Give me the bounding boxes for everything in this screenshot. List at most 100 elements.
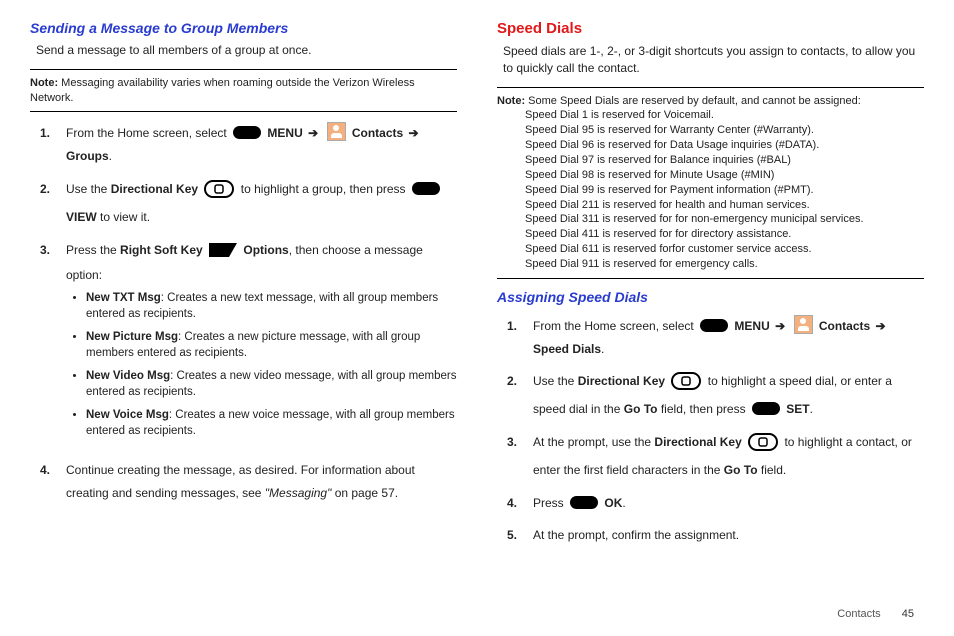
text: Use the	[533, 374, 578, 388]
step-3: 3. Press the Right Soft Key Options, the…	[40, 239, 457, 450]
steps-right: 1. From the Home screen, select MENU Con…	[497, 315, 924, 547]
page-number: 45	[902, 608, 914, 620]
option-title: New Voice Msg	[86, 409, 169, 421]
heading-assigning: Assigning Speed Dials	[497, 289, 924, 305]
text: Press	[533, 496, 567, 510]
text: At the prompt, use the	[533, 435, 654, 449]
menu-icon	[700, 319, 728, 332]
rule	[497, 87, 924, 88]
step-number: 1.	[507, 315, 533, 361]
text: field, then press	[658, 402, 749, 416]
note-line: Speed Dial 411 is reserved for for direc…	[525, 227, 924, 242]
note-line: Speed Dial 211 is reserved for health an…	[525, 198, 924, 213]
step-number: 3.	[40, 239, 66, 450]
steps-left: 1. From the Home screen, select MENU Con…	[30, 122, 457, 505]
step-number: 4.	[507, 492, 533, 515]
note-line: Speed Dial 96 is reserved for Data Usage…	[525, 138, 924, 153]
intro-right: Speed dials are 1-, 2-, or 3-digit short…	[503, 43, 924, 77]
directional-key-label: Directional Key	[578, 374, 665, 388]
set-label: SET	[786, 402, 809, 416]
heading-sending-group: Sending a Message to Group Members	[30, 20, 457, 36]
right-softkey-label: Right Soft Key	[120, 243, 203, 257]
ok-label: OK	[604, 496, 622, 510]
goto-label: Go To	[624, 402, 658, 416]
note-line: Speed Dial 911 is reserved for emergency…	[525, 257, 924, 272]
list-item: New Voice Msg: Creates a new voice messa…	[86, 408, 457, 439]
right-column: Speed Dials Speed dials are 1-, 2-, or 3…	[497, 20, 924, 557]
text: field.	[758, 463, 787, 477]
step-number: 5.	[507, 524, 533, 547]
section-name: Contacts	[837, 608, 880, 620]
note-line: Speed Dial 98 is reserved for Minute Usa…	[525, 168, 924, 183]
arrow-icon	[773, 319, 787, 333]
note-first: Some Speed Dials are reserved by default…	[528, 95, 861, 107]
speed-dials-label: Speed Dials	[533, 342, 601, 356]
contacts-label: Contacts	[352, 126, 403, 140]
step-number: 1.	[40, 122, 66, 168]
options-list: New TXT Msg: Creates a new text message,…	[66, 291, 457, 439]
note-label: Note:	[30, 77, 58, 89]
note-right: Note: Some Speed Dials are reserved by d…	[497, 94, 924, 272]
note-line: Speed Dial 95 is reserved for Warranty C…	[525, 123, 924, 138]
groups-label: Groups	[66, 149, 109, 163]
text: on page 57.	[331, 486, 398, 500]
intro-left: Send a message to all members of a group…	[36, 42, 457, 59]
directional-key-label: Directional Key	[111, 182, 198, 196]
arrow-icon	[874, 319, 888, 333]
note-line: Speed Dial 611 is reserved forfor custom…	[525, 242, 924, 257]
step-1: 1. From the Home screen, select MENU Con…	[507, 315, 924, 361]
text: to view it.	[97, 210, 150, 224]
arrow-icon	[306, 126, 320, 140]
left-column: Sending a Message to Group Members Send …	[30, 20, 457, 557]
center-key-icon	[752, 402, 780, 415]
note-line: Speed Dial 99 is reserved for Payment in…	[525, 183, 924, 198]
step-4: 4. Press OK.	[507, 492, 924, 515]
text: At the prompt, confirm the assignment.	[533, 524, 924, 547]
note-line: Speed Dial 1 is reserved for Voicemail.	[525, 108, 924, 123]
note-line: Speed Dial 97 is reserved for Balance in…	[525, 153, 924, 168]
text: Press the	[66, 243, 120, 257]
list-item: New TXT Msg: Creates a new text message,…	[86, 291, 457, 322]
step-3: 3. At the prompt, use the Directional Ke…	[507, 431, 924, 482]
step-2: 2. Use the Directional Key to highlight …	[507, 370, 924, 421]
note-label: Note:	[497, 95, 525, 107]
contacts-icon	[327, 122, 346, 141]
note-lines: Speed Dial 1 is reserved for Voicemail. …	[497, 108, 924, 271]
menu-label: MENU	[734, 319, 769, 333]
rule	[497, 278, 924, 279]
note-text: Messaging availability varies when roami…	[30, 77, 415, 104]
messaging-ref: "Messaging"	[265, 486, 332, 500]
document-page: Sending a Message to Group Members Send …	[30, 20, 924, 557]
list-item: New Picture Msg: Creates a new picture m…	[86, 330, 457, 361]
note-line: Speed Dial 311 is reserved for for non-e…	[525, 212, 924, 227]
dpad-icon	[204, 180, 234, 206]
softkey-icon	[209, 242, 237, 265]
view-label: VIEW	[66, 210, 97, 224]
center-key-icon	[412, 182, 440, 195]
list-item: New Video Msg: Creates a new video messa…	[86, 369, 457, 400]
text: to highlight a group, then press	[241, 182, 409, 196]
note-left: Note: Messaging availability varies when…	[30, 76, 457, 106]
directional-key-label: Directional Key	[654, 435, 741, 449]
option-title: New Picture Msg	[86, 331, 178, 343]
heading-speed-dials: Speed Dials	[497, 20, 924, 37]
option-title: New Video Msg	[86, 370, 170, 382]
step-1: 1. From the Home screen, select MENU Con…	[40, 122, 457, 168]
step-number: 2.	[507, 370, 533, 421]
step-2: 2. Use the Directional Key to highlight …	[40, 178, 457, 229]
center-key-icon	[570, 496, 598, 509]
dpad-icon	[671, 372, 701, 398]
page-footer: Contacts 45	[837, 608, 914, 620]
options-label: Options	[243, 243, 288, 257]
rule	[30, 111, 457, 112]
step-4: 4. Continue creating the message, as des…	[40, 459, 457, 505]
menu-icon	[233, 126, 261, 139]
contacts-label: Contacts	[819, 319, 870, 333]
goto-label: Go To	[724, 463, 758, 477]
text: From the Home screen, select	[533, 319, 697, 333]
text: Use the	[66, 182, 111, 196]
dpad-icon	[748, 433, 778, 459]
rule	[30, 69, 457, 70]
option-title: New TXT Msg	[86, 292, 161, 304]
step-number: 4.	[40, 459, 66, 505]
